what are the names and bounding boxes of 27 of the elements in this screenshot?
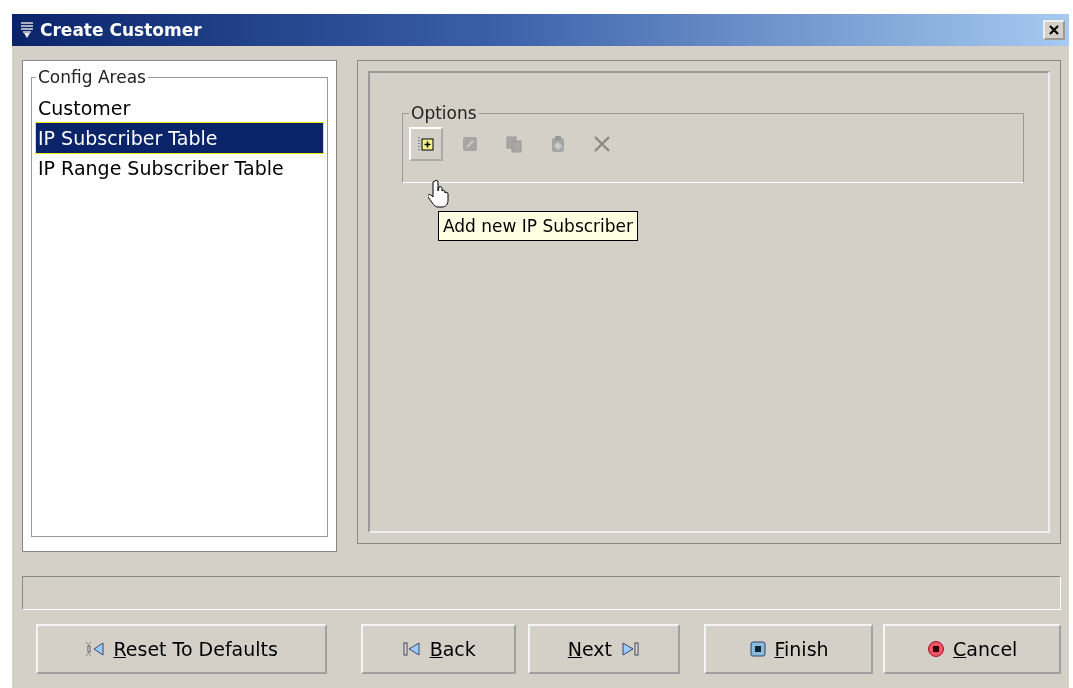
copy-icon — [505, 135, 523, 153]
config-area-item[interactable]: IP Range Subscriber Table — [36, 153, 323, 183]
tooltip: Add new IP Subscriber — [438, 211, 639, 241]
finish-icon — [748, 640, 767, 658]
clipboard-icon — [549, 135, 567, 153]
reset-button[interactable]: Reset To Defaults — [36, 624, 328, 674]
config-area-item[interactable]: IP Subscriber Table — [36, 123, 323, 153]
back-button[interactable]: Back — [361, 624, 517, 674]
add-tool-button[interactable] — [409, 127, 443, 161]
next-button[interactable]: Next — [528, 624, 680, 674]
edit-icon — [461, 135, 479, 153]
delete-icon — [592, 134, 612, 154]
back-icon — [401, 641, 422, 657]
app-icon — [20, 21, 34, 39]
config-area-item[interactable]: Customer — [36, 93, 323, 123]
finish-button[interactable]: Finish — [703, 624, 874, 674]
group-title: Options — [410, 103, 478, 123]
hand-cursor-icon — [428, 179, 452, 209]
close-icon — [1048, 24, 1060, 36]
cancel-button[interactable]: Cancel — [883, 624, 1061, 674]
add-icon — [417, 135, 435, 153]
reset-icon — [85, 641, 106, 657]
next-icon — [620, 641, 641, 657]
group-title: Config Areas — [37, 67, 147, 87]
window-title: Create Customer — [40, 20, 203, 40]
close-button[interactable] — [1043, 20, 1065, 40]
cancel-icon — [927, 640, 945, 658]
